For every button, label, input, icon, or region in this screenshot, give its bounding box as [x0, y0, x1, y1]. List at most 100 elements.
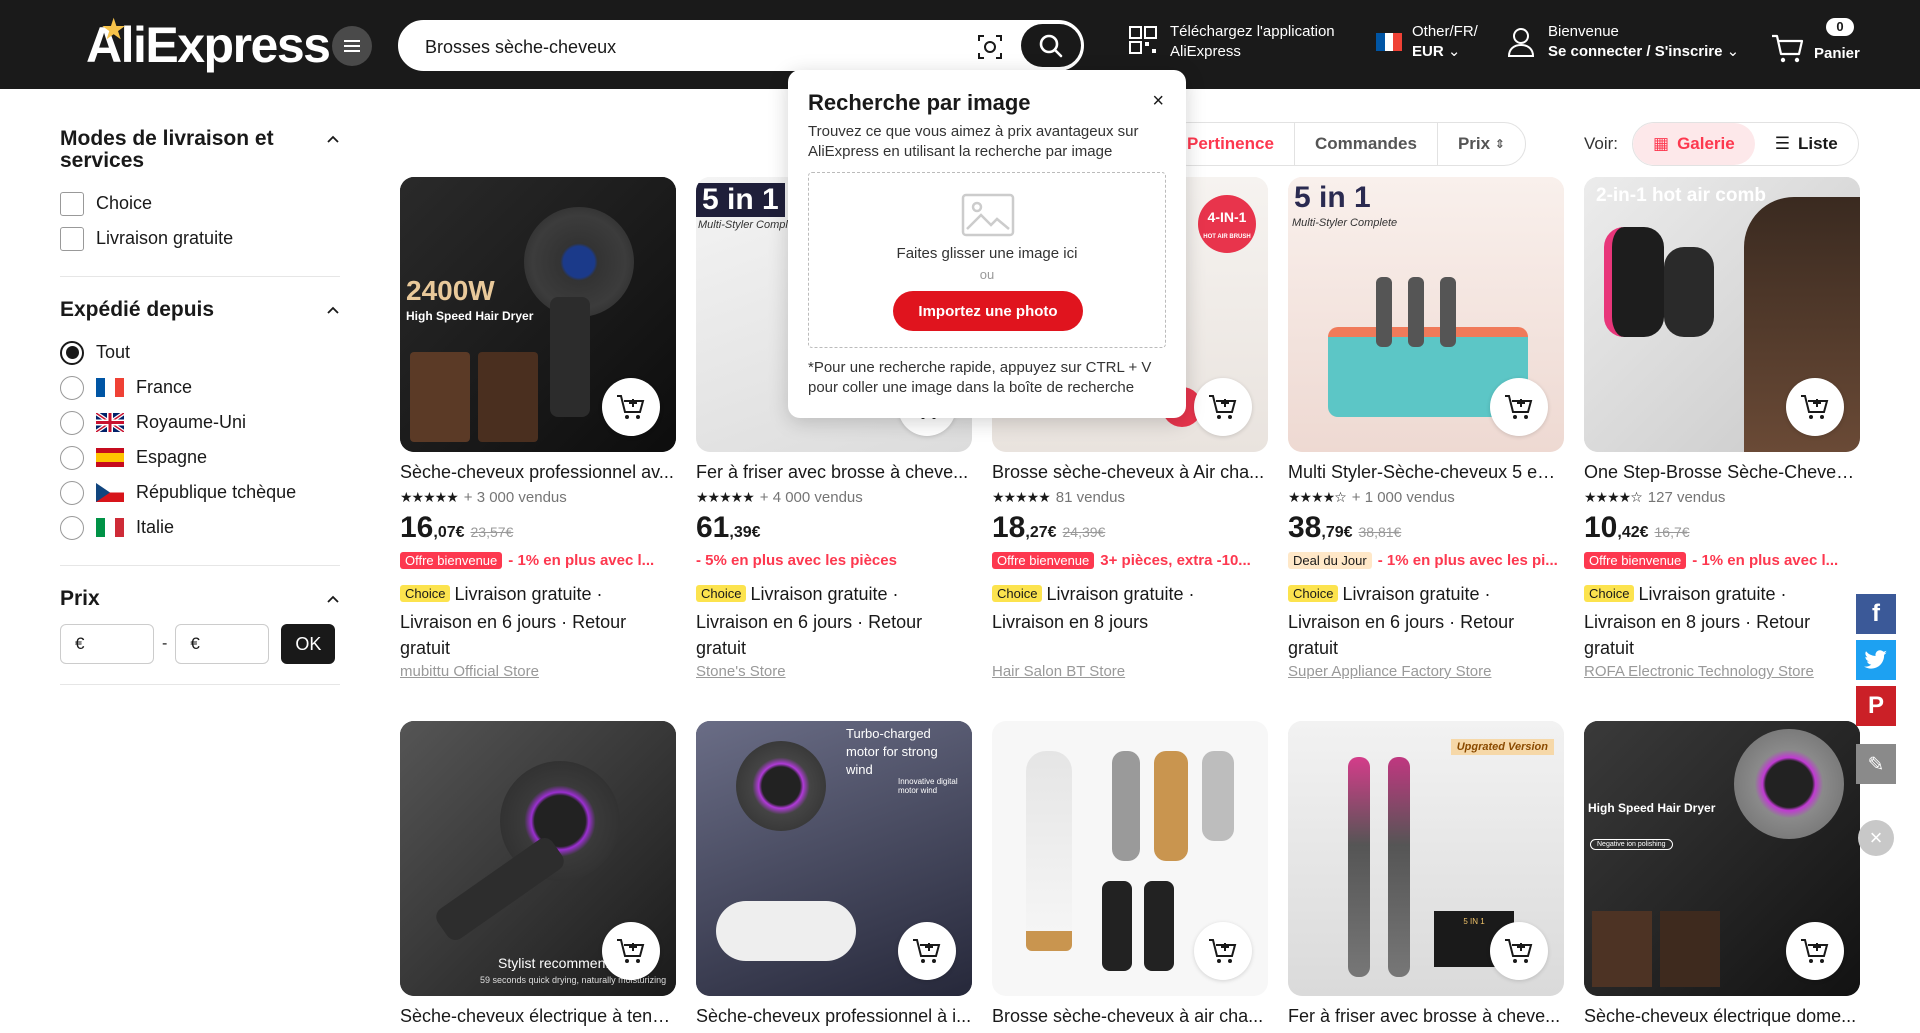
store-link[interactable]: Stone's Store [696, 663, 972, 680]
product-title[interactable]: Brosse sèche-cheveux à Air cha... [992, 462, 1268, 483]
facebook-share-button[interactable]: f [1856, 594, 1896, 634]
image-caption: Upgrated Version [1450, 739, 1554, 755]
price: 18,27€ 24,39€ [992, 511, 1268, 547]
product-image[interactable]: Turbo-charged motor for strong wind Inno… [696, 721, 972, 996]
product-image[interactable]: 2400W High Speed Hair Dryer [400, 177, 676, 452]
product-image[interactable] [992, 721, 1268, 996]
filter-option-choice[interactable]: Choice [60, 186, 340, 221]
add-cart-icon [1209, 395, 1237, 419]
promo-row: Offre bienvenue - 1% en plus avec l... [1584, 549, 1860, 571]
radio[interactable] [60, 445, 84, 470]
add-to-cart-button[interactable] [602, 922, 660, 980]
ship-from-uk[interactable]: Royaume-Uni [60, 405, 340, 440]
radio[interactable] [60, 410, 84, 435]
ship-from-czech[interactable]: République tchèque [60, 475, 340, 510]
account-menu[interactable]: Bienvenue Se connecter / S'inscrire ⌄ [1506, 22, 1739, 62]
product-card[interactable]: Brosse sèche-cheveux à air cha... [992, 721, 1268, 1027]
product-card[interactable]: 5 in 1 Multi-Styler Complete Multi Style… [1288, 177, 1564, 680]
filter-option-free-shipping[interactable]: Livraison gratuite [60, 221, 340, 256]
rating-row: ★★★★★ 81 vendus [992, 487, 1268, 507]
aliexpress-logo[interactable]: ★ AliExpress [86, 14, 331, 73]
product-title[interactable]: Sèche-cheveux professionnel av... [400, 462, 676, 483]
view-gallery-button[interactable]: ▦ Galerie [1633, 123, 1755, 165]
product-title[interactable]: Sèche-cheveux électrique à tens... [400, 1006, 676, 1027]
upload-photo-button[interactable]: Importez une photo [893, 291, 1083, 331]
product-card[interactable]: Upgrated Version 5 IN 1 Fer à friser ave… [1288, 721, 1564, 1027]
search-button[interactable] [1021, 24, 1081, 67]
product-image[interactable]: 5 in 1 Multi-Styler Complete [1288, 177, 1564, 452]
store-link[interactable]: Super Appliance Factory Store [1288, 663, 1564, 680]
store-link[interactable]: mubittu Official Store [400, 663, 676, 680]
close-icon[interactable]: × [1152, 90, 1164, 113]
add-to-cart-button[interactable] [1194, 922, 1252, 980]
price-max-input[interactable]: € [175, 624, 270, 664]
product-title[interactable]: Fer à friser avec brosse à cheve... [696, 462, 972, 483]
store-link[interactable]: Hair Salon BT Store [992, 663, 1268, 680]
delivery-filter-header[interactable]: Modes de livraison et services [60, 128, 340, 172]
image-search-icon[interactable] [976, 33, 1004, 61]
radio[interactable] [60, 480, 84, 505]
product-title[interactable]: One Step-Brosse Sèche-Cheveu... [1584, 462, 1860, 483]
checkbox[interactable] [60, 226, 84, 251]
ship-from-france[interactable]: France [60, 370, 340, 405]
add-to-cart-button[interactable] [1194, 378, 1252, 436]
product-card[interactable]: Turbo-charged motor for strong wind Inno… [696, 721, 972, 1027]
add-to-cart-button[interactable] [1786, 378, 1844, 436]
categories-menu-button[interactable] [332, 26, 372, 66]
locale-selector[interactable]: Other/FR/EUR ⌄ [1376, 22, 1478, 62]
price-filter-header[interactable]: Prix [60, 588, 340, 610]
store-link[interactable]: ROFA Electronic Technology Store [1584, 663, 1860, 680]
promo-text: 3+ pièces, extra -10... [1100, 551, 1251, 569]
product-title[interactable]: Multi Styler-Sèche-cheveux 5 en ... [1288, 462, 1564, 483]
product-card[interactable]: Stylist recommen... 59 seconds quick dry… [400, 721, 676, 1027]
ship-from-italy[interactable]: Italie [60, 510, 340, 545]
product-image[interactable]: 2-in-1 hot air comb [1584, 177, 1860, 452]
close-share-icon[interactable]: × [1858, 820, 1894, 856]
price-min-input[interactable]: € [60, 624, 154, 664]
radio[interactable] [60, 375, 84, 400]
image-subcaption: Multi-Styler Complete [1292, 217, 1398, 229]
product-title[interactable]: Brosse sèche-cheveux à air cha... [992, 1006, 1268, 1027]
product-image[interactable]: Upgrated Version 5 IN 1 [1288, 721, 1564, 996]
deal-badge: Deal du Jour [1288, 551, 1372, 569]
sort-relevance[interactable]: Pertinence [1167, 123, 1294, 165]
radio[interactable] [60, 515, 84, 540]
view-list-button[interactable]: ☰ Liste [1755, 123, 1858, 165]
twitter-share-button[interactable] [1856, 640, 1896, 680]
product-title[interactable]: Sèche-cheveux professionnel à i... [696, 1006, 972, 1027]
product-image[interactable]: High Speed Hair Dryer Negative ion polis… [1584, 721, 1860, 996]
ship-from-header[interactable]: Expédié depuis [60, 299, 340, 321]
ship-from-all[interactable]: Tout [60, 335, 340, 370]
price-ok-button[interactable]: OK [281, 624, 336, 664]
download-app-link[interactable]: Téléchargez l'application AliExpress [1128, 22, 1335, 62]
ship-from-section: Expédié depuis Tout France Royaume-Uni E… [60, 299, 340, 566]
locale-region: Other/FR/ [1412, 23, 1478, 40]
product-image[interactable]: Stylist recommen... 59 seconds quick dry… [400, 721, 676, 996]
cart-button[interactable]: 0 Panier [1770, 18, 1860, 64]
add-to-cart-button[interactable] [1490, 922, 1548, 980]
edit-share-button[interactable]: ✎ [1856, 744, 1896, 784]
add-to-cart-button[interactable] [1786, 922, 1844, 980]
image-caption: High Speed Hair Dryer [1588, 801, 1716, 815]
product-title[interactable]: Sèche-cheveux électrique dome... [1584, 1006, 1860, 1027]
pinterest-share-button[interactable]: P [1856, 686, 1896, 726]
checkbox[interactable] [60, 191, 84, 216]
product-title[interactable]: Fer à friser avec brosse à cheve... [1288, 1006, 1564, 1027]
ship-from-spain[interactable]: Espagne [60, 440, 340, 475]
product-card[interactable]: High Speed Hair Dryer Negative ion polis… [1584, 721, 1860, 1027]
star-rating: ★★★★★ [400, 488, 459, 505]
search-input[interactable] [425, 33, 945, 61]
sort-orders[interactable]: Commandes [1293, 123, 1437, 165]
radio-selected[interactable] [60, 340, 84, 365]
chevron-down-icon: ⌄ [1726, 43, 1740, 60]
sort-price[interactable]: Prix ⇕ [1436, 123, 1525, 165]
add-to-cart-button[interactable] [1490, 378, 1548, 436]
sign-in-link[interactable]: Se connecter / S'inscrire [1548, 43, 1722, 60]
image-drop-zone[interactable]: Faites glisser une image ici ou Importez… [808, 172, 1166, 348]
add-to-cart-button[interactable] [602, 378, 660, 436]
price-integer: 38 [1288, 511, 1322, 544]
add-to-cart-button[interactable] [898, 922, 956, 980]
promo-row: Deal du Jour - 1% en plus avec les pi... [1288, 549, 1564, 571]
product-card[interactable]: 2400W High Speed Hair Dryer Sèche-cheveu… [400, 177, 676, 680]
product-card[interactable]: 2-in-1 hot air comb One Step-Brosse Sèch… [1584, 177, 1860, 680]
